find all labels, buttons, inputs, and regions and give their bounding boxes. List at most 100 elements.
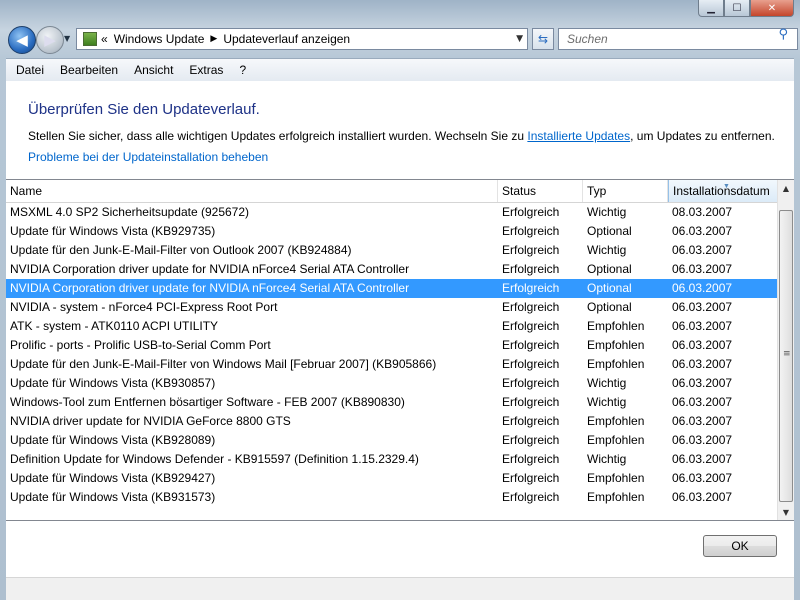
cell-type: Optional: [587, 281, 632, 295]
cell-status: Erfolgreich: [502, 414, 560, 428]
intro-text: Stellen Sie sicher, dass alle wichtigen …: [28, 129, 775, 143]
cell-name: Update für Windows Vista (KB928089): [10, 433, 216, 447]
vertical-scrollbar[interactable]: ▲ ≡ ▼: [777, 180, 794, 520]
cell-status: Erfolgreich: [502, 224, 560, 238]
table-row[interactable]: Update für Windows Vista (KB929427) Erfol…: [6, 469, 778, 488]
forward-arrow-icon[interactable]: ▶: [36, 26, 64, 54]
sort-descending-icon: ▼: [723, 183, 730, 190]
table-row[interactable]: MSXML 4.0 SP2 Sicherheitsupdate (925672)…: [6, 203, 778, 222]
update-history-list[interactable]: Name Status Typ Installationsdatum ▼ MSX…: [6, 179, 794, 521]
column-header-type[interactable]: Typ: [583, 180, 668, 202]
breadcrumb-current[interactable]: Updateverlauf anzeigen: [223, 32, 350, 46]
cell-status: Erfolgreich: [502, 281, 560, 295]
cell-name: Windows-Tool zum Entfernen bösartiger So…: [10, 395, 405, 409]
column-header-status[interactable]: Status: [498, 180, 583, 202]
breadcrumb-root[interactable]: «: [101, 32, 108, 46]
cell-type: Empfohlen: [587, 319, 645, 333]
refresh-icon[interactable]: ⇆: [532, 28, 554, 50]
cell-status: Erfolgreich: [502, 490, 560, 504]
cell-date: 06.03.2007: [672, 471, 733, 485]
column-header-name[interactable]: Name: [6, 180, 498, 202]
search-icon[interactable]: ⚲: [778, 27, 788, 42]
table-row[interactable]: Update für Windows Vista (KB929735) Erfol…: [6, 222, 778, 241]
minimize-icon[interactable]: ▁: [698, 0, 724, 17]
table-row[interactable]: Definition Update for Windows Defender -…: [6, 450, 778, 469]
menu-datei[interactable]: Datei: [10, 63, 50, 77]
intro-text-end: , um Updates zu entfernen.: [630, 129, 775, 143]
table-row[interactable]: Update für Windows Vista (KB928089) Erfol…: [6, 431, 778, 450]
cell-status: Erfolgreich: [502, 471, 560, 485]
table-row[interactable]: ATK - system - ATK0110 ACPI UTILITY Erfol…: [6, 317, 778, 336]
cell-type: Empfohlen: [587, 338, 645, 352]
ok-button[interactable]: OK: [703, 535, 777, 557]
cell-date: 08.03.2007: [672, 205, 733, 219]
close-icon[interactable]: ✕: [750, 0, 794, 17]
cell-type: Wichtig: [587, 205, 627, 219]
cell-date: 06.03.2007: [672, 376, 733, 390]
cell-type: Optional: [587, 262, 632, 276]
cell-date: 06.03.2007: [672, 433, 733, 447]
cell-name: NVIDIA driver update for NVIDIA GeForce …: [10, 414, 291, 428]
cell-date: 06.03.2007: [672, 490, 733, 504]
scroll-down-icon[interactable]: ▼: [778, 504, 794, 520]
list-rows: MSXML 4.0 SP2 Sicherheitsupdate (925672)…: [6, 203, 778, 507]
menu-extras[interactable]: Extras: [183, 63, 229, 77]
cell-type: Empfohlen: [587, 471, 645, 485]
cell-date: 06.03.2007: [672, 300, 733, 314]
cell-date: 06.03.2007: [672, 281, 733, 295]
address-dropdown-icon[interactable]: ▼: [516, 34, 523, 44]
address-bar[interactable]: « Windows Update ▶ Updateverlauf anzeige…: [76, 28, 528, 50]
table-row[interactable]: NVIDIA - system - nForce4 PCI-Express Ro…: [6, 298, 778, 317]
column-header-date[interactable]: Installationsdatum ▼: [668, 180, 778, 202]
cell-status: Erfolgreich: [502, 433, 560, 447]
control-panel-icon: [83, 32, 97, 46]
cell-name: ATK - system - ATK0110 ACPI UTILITY: [10, 319, 219, 333]
table-row[interactable]: NVIDIA driver update for NVIDIA GeForce …: [6, 412, 778, 431]
cell-date: 06.03.2007: [672, 338, 733, 352]
cell-name: Update für den Junk-E-Mail-Filter von Wi…: [10, 357, 437, 371]
search-input[interactable]: Suchen: [558, 28, 798, 50]
menu-bearbeiten[interactable]: Bearbeiten: [54, 63, 124, 77]
table-row[interactable]: Windows-Tool zum Entfernen bösartiger So…: [6, 393, 778, 412]
table-row[interactable]: Update für Windows Vista (KB931573) Erfol…: [6, 488, 778, 507]
scroll-thumb[interactable]: ≡: [779, 210, 793, 502]
table-row[interactable]: Update für den Junk-E-Mail-Filter von Wi…: [6, 355, 778, 374]
breadcrumb-separator-icon[interactable]: ▶: [210, 34, 217, 44]
installed-updates-link[interactable]: Installierte Updates: [527, 129, 630, 143]
navigation-bar: ◀ ▶ ▼ « Windows Update ▶ Updateverlauf a…: [6, 24, 798, 54]
cell-type: Empfohlen: [587, 433, 645, 447]
cell-type: Empfohlen: [587, 357, 645, 371]
breadcrumb-windows-update[interactable]: Windows Update: [114, 32, 205, 46]
cell-date: 06.03.2007: [672, 319, 733, 333]
cell-name: NVIDIA Corporation driver update for NVI…: [10, 262, 410, 276]
cell-status: Erfolgreich: [502, 300, 560, 314]
troubleshoot-link[interactable]: Probleme bei der Updateinstallation behe…: [28, 150, 268, 164]
cell-status: Erfolgreich: [502, 205, 560, 219]
table-row[interactable]: NVIDIA Corporation driver update for NVI…: [6, 260, 778, 279]
table-row[interactable]: Update für Windows Vista (KB930857) Erfol…: [6, 374, 778, 393]
history-dropdown-icon[interactable]: ▼: [64, 34, 70, 43]
menu-help[interactable]: ?: [233, 63, 252, 77]
menu-ansicht[interactable]: Ansicht: [128, 63, 179, 77]
cell-name: Update für Windows Vista (KB929427): [10, 471, 216, 485]
cell-type: Optional: [587, 300, 632, 314]
cell-name: Definition Update for Windows Defender -…: [10, 452, 419, 466]
table-row[interactable]: Prolific - ports - Prolific USB-to-Seria…: [6, 336, 778, 355]
cell-type: Empfohlen: [587, 414, 645, 428]
cell-date: 06.03.2007: [672, 452, 733, 466]
back-arrow-icon[interactable]: ◀: [8, 26, 36, 54]
cell-name: NVIDIA Corporation driver update for NVI…: [10, 281, 410, 295]
cell-name: Update für den Junk-E-Mail-Filter von Ou…: [10, 243, 352, 257]
cell-type: Empfohlen: [587, 490, 645, 504]
table-row[interactable]: NVIDIA Corporation driver update for NVI…: [6, 279, 778, 298]
cell-status: Erfolgreich: [502, 319, 560, 333]
maximize-icon[interactable]: ☐: [724, 0, 750, 17]
cell-type: Wichtig: [587, 395, 627, 409]
page-title: Überprüfen Sie den Updateverlauf.: [28, 101, 260, 118]
cell-date: 06.03.2007: [672, 224, 733, 238]
cell-name: MSXML 4.0 SP2 Sicherheitsupdate (925672): [10, 205, 250, 219]
cell-name: NVIDIA - system - nForce4 PCI-Express Ro…: [10, 300, 278, 314]
table-row[interactable]: Update für den Junk-E-Mail-Filter von Ou…: [6, 241, 778, 260]
cell-status: Erfolgreich: [502, 357, 560, 371]
scroll-up-icon[interactable]: ▲: [778, 180, 794, 197]
